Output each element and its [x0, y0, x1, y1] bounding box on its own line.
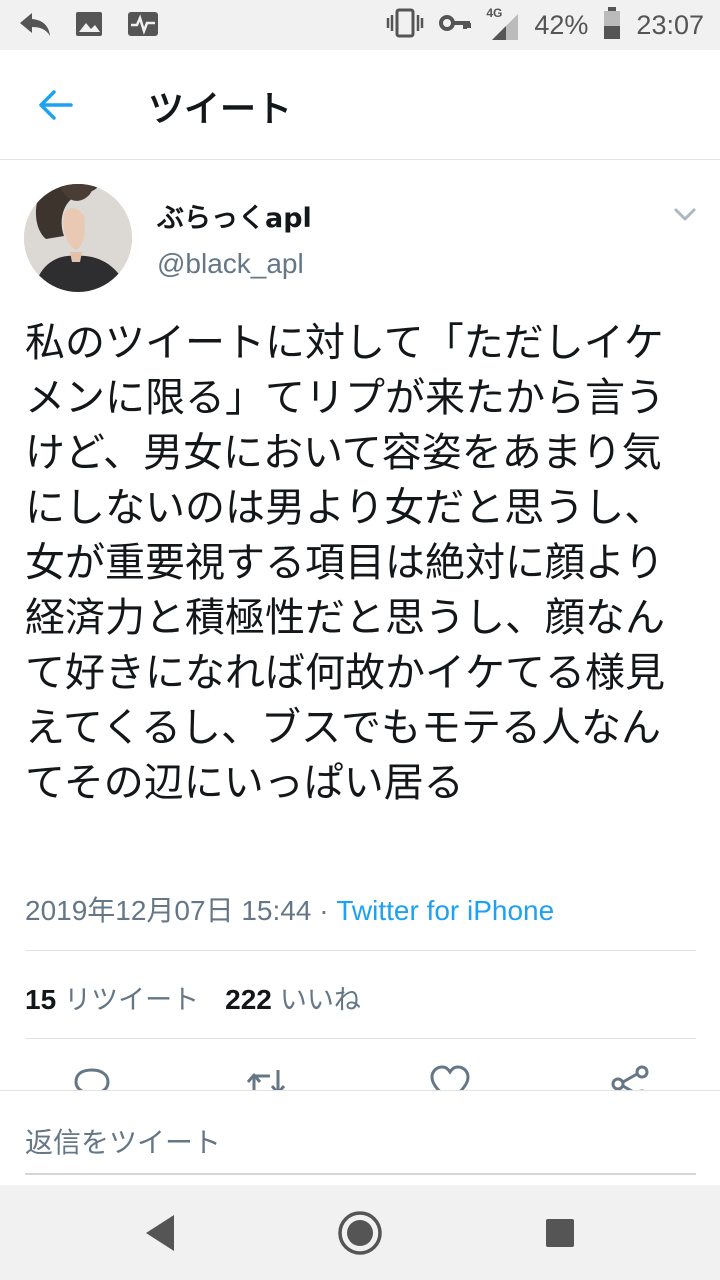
back-arrow-icon [39, 90, 73, 120]
action-bar [0, 1062, 720, 1090]
reply-input-underline [25, 1173, 696, 1175]
triangle-back-icon [146, 1215, 174, 1251]
reply-input[interactable]: 返信をツイート [25, 1121, 221, 1161]
nav-recents-button[interactable] [534, 1207, 586, 1259]
share-button[interactable] [608, 1062, 652, 1090]
retweet-button[interactable] [244, 1062, 288, 1090]
vibrate-icon [386, 6, 424, 44]
system-nav-bar [0, 1185, 720, 1280]
tweet-stats: 15 リツイート 222 いいね [25, 978, 361, 1017]
more-options-button[interactable] [668, 200, 702, 228]
key-icon [438, 8, 472, 42]
reply-arrow-icon [18, 9, 52, 43]
tweet-source-link[interactable]: Twitter for iPhone [336, 895, 554, 926]
retweet-count: 15 [25, 984, 57, 1015]
circle-home-icon [338, 1211, 382, 1255]
meta-separator: · [311, 895, 337, 926]
like-button[interactable] [428, 1062, 472, 1090]
clock: 23:07 [636, 9, 704, 40]
reply-composer: 返信をツイート [0, 1090, 720, 1185]
avatar[interactable] [24, 184, 132, 292]
nav-back-button[interactable] [134, 1207, 186, 1259]
author-handle[interactable]: @black_apl [157, 248, 304, 280]
battery-icon [602, 6, 622, 44]
signal-icon: 4G [486, 6, 520, 42]
page-title: ツイート [148, 89, 293, 130]
square-recents-icon [546, 1219, 574, 1247]
retweet-stat[interactable]: 15 リツイート [25, 978, 199, 1017]
like-stat[interactable]: 222 いいね [225, 978, 361, 1017]
battery-percent: 42% [534, 9, 589, 40]
share-icon [611, 1065, 649, 1090]
image-icon [74, 9, 104, 43]
tweet-timestamp: 2019年12月07日 15:44 [25, 895, 312, 926]
like-icon [430, 1065, 470, 1090]
retweet-label: リツイート [64, 985, 200, 1016]
like-count: 222 [225, 984, 272, 1015]
divider [25, 1038, 696, 1039]
top-app-bar: ツイート [0, 50, 720, 160]
like-label: いいね [279, 985, 361, 1016]
chevron-down-icon [674, 208, 696, 221]
nav-home-button[interactable] [334, 1207, 386, 1259]
tweet-text: 私のツイートに対して「ただしイケメンに限る」てリプが来たから言うけど、男女におい… [25, 320, 665, 806]
divider [25, 950, 696, 951]
tweet-meta: 2019年12月07日 15:44 · Twitter for iPhone [25, 889, 554, 929]
back-button[interactable] [30, 80, 80, 130]
author-name[interactable]: ぶらっくapl [157, 196, 312, 235]
retweet-icon [246, 1070, 286, 1090]
status-bar: 4G 42% 23:07 [0, 0, 720, 50]
reply-button[interactable] [70, 1062, 114, 1090]
reply-icon [74, 1068, 110, 1090]
activity-icon [126, 9, 160, 43]
